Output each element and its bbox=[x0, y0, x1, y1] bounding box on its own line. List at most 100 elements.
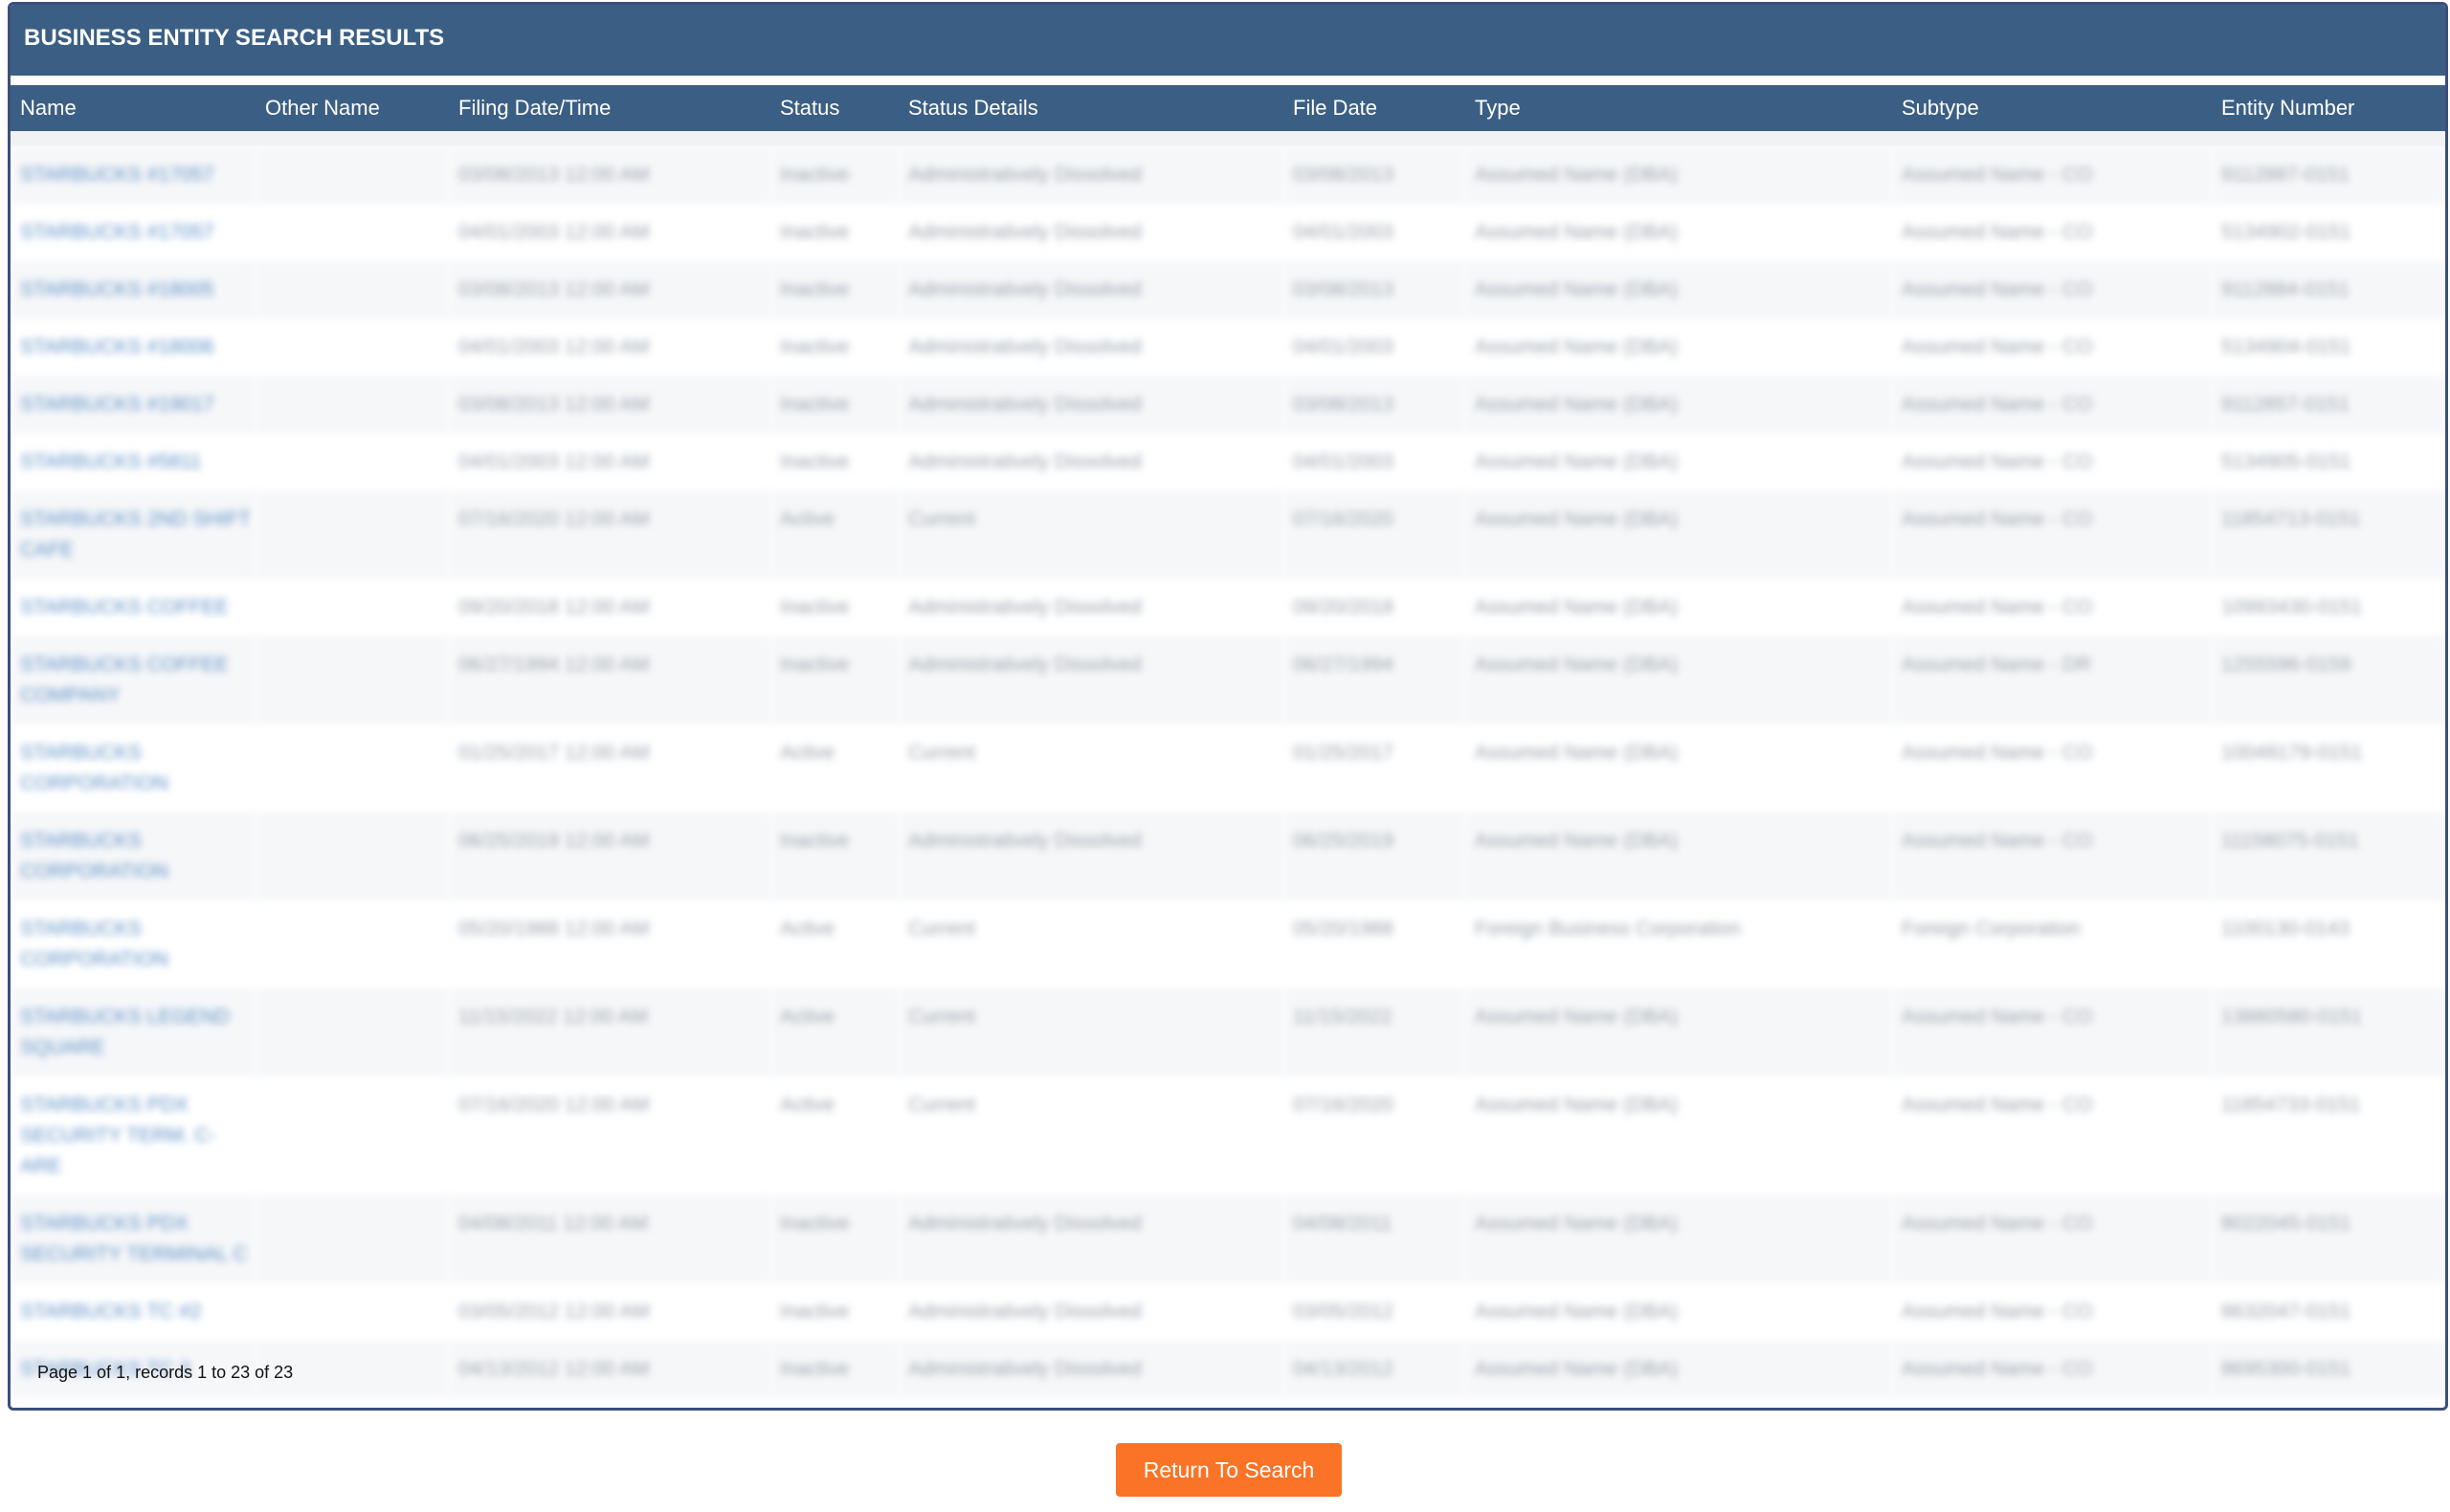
cell-status: Inactive bbox=[770, 1195, 899, 1283]
cell-other-name bbox=[256, 901, 449, 989]
cell-other-name bbox=[256, 1077, 449, 1195]
table-row: STARBUCKS #17057 04/01/2003 12:00 AM Inact… bbox=[11, 204, 2445, 261]
table-row: STARBUCKS CORPORATION 01/25/2017 12:00 AM… bbox=[11, 724, 2445, 812]
cell-other-name bbox=[256, 1283, 449, 1341]
cell-name[interactable]: STARBUCKS CORPORATION bbox=[11, 812, 256, 901]
cell-filing-date: 03/08/2013 12:00 AM bbox=[449, 146, 770, 204]
cell-filing-date: 04/01/2003 12:00 AM bbox=[458, 451, 650, 473]
cell-subtype: Assumed Name - CO bbox=[1892, 989, 2212, 1077]
table-header-row: Name Other Name Filing Date/Time Status … bbox=[11, 85, 2445, 131]
cell-entity-number: 13880580-0151 bbox=[2212, 989, 2445, 1077]
return-to-search-button[interactable]: Return To Search bbox=[1116, 1443, 1342, 1497]
cell-filing-date: 06/27/1994 12:00 AM bbox=[449, 636, 770, 724]
cell-type: Assumed Name (DBA) bbox=[1465, 146, 1892, 204]
cell-name[interactable]: STARBUCKS #18005 bbox=[11, 261, 256, 319]
cell-filing-date: 07/16/2020 12:00 AM bbox=[449, 491, 770, 579]
cell-status-details: Current bbox=[899, 491, 1283, 579]
cell-filing-date: 05/20/1988 12:00 AM bbox=[458, 918, 650, 940]
cell-subtype: Assumed Name - CO bbox=[1892, 376, 2212, 434]
cell-name[interactable]: STARBUCKS #5811 bbox=[11, 434, 256, 491]
table-row: STARBUCKS #17057 03/08/2013 12:00 AM Inact… bbox=[11, 146, 2445, 204]
cell-name[interactable]: STARBUCKS TC #2 bbox=[11, 1283, 256, 1341]
cell-filing-date: 09/20/2018 12:00 AM bbox=[458, 596, 650, 618]
cell-status-details: Administratively Dissolved bbox=[899, 1398, 1283, 1408]
table-subheader bbox=[11, 131, 2445, 146]
cell-type: Assumed Name (DBA) bbox=[1465, 1195, 1892, 1283]
cell-other-name bbox=[256, 636, 449, 724]
cell-type: Assumed Name (DBA) bbox=[1465, 1341, 1892, 1398]
cell-status-details: Administratively Dissolved bbox=[899, 636, 1283, 724]
cell-file-date: 09/20/2018 bbox=[1293, 596, 1394, 618]
col-status-header[interactable]: Status bbox=[770, 85, 899, 131]
cell-name[interactable]: STARBUCKS #19017 bbox=[11, 376, 256, 434]
cell-filing-date: 03/08/2013 12:00 AM bbox=[449, 376, 770, 434]
cell-status-details: Administratively Dissolved bbox=[899, 812, 1283, 901]
cell-file-date: 11/15/2022 bbox=[1283, 989, 1465, 1077]
cell-name[interactable]: STARBUCKS PDX SECURITY TERMINAL C bbox=[11, 1195, 256, 1283]
col-entity-number-header[interactable]: Entity Number bbox=[2212, 85, 2445, 131]
cell-name[interactable]: STARBUCKS LEGEND SQUARE bbox=[11, 989, 256, 1077]
cell-status: Inactive bbox=[780, 221, 850, 243]
cell-filing-date: 07/16/2020 12:00 AM bbox=[458, 1094, 650, 1116]
cell-type: Assumed Name (DBA) bbox=[1475, 1301, 1679, 1323]
col-name-header[interactable]: Name bbox=[11, 85, 256, 131]
cell-file-date: 03/05/2012 bbox=[1293, 1301, 1394, 1323]
cell-other-name bbox=[256, 1398, 449, 1408]
cell-status-details: Current bbox=[908, 742, 976, 764]
cell-status: Inactive bbox=[780, 1301, 850, 1323]
cell-entity-number: 5134902-0151 bbox=[2221, 221, 2351, 243]
cell-name[interactable]: STARBUCKS #18006 bbox=[11, 319, 256, 376]
cell-file-date: 07/16/2020 bbox=[1283, 491, 1465, 579]
cell-entity-number: 11854733-0151 bbox=[2221, 1094, 2361, 1116]
cell-status: Inactive bbox=[770, 261, 899, 319]
cell-status: Inactive bbox=[770, 146, 899, 204]
cell-name[interactable]: STARBUCKS CORPORATION bbox=[11, 901, 256, 989]
table-row: STARBUCKS COFFEE COMPANY 06/27/1994 12:00… bbox=[11, 636, 2445, 724]
col-subtype-header[interactable]: Subtype bbox=[1892, 85, 2212, 131]
table-row: STARBUCKS CORPORATION 06/25/2019 12:00 AM… bbox=[11, 812, 2445, 901]
cell-status-details: Administratively Dissolved bbox=[908, 451, 1142, 473]
table-row: STARBUCKS #18006 04/01/2003 12:00 AM Inact… bbox=[11, 319, 2445, 376]
cell-filing-date: 11/15/2022 12:00 AM bbox=[449, 989, 770, 1077]
cell-entity-number: 5134904-0151 bbox=[2221, 336, 2351, 358]
col-type-header[interactable]: Type bbox=[1465, 85, 1892, 131]
cell-type: Assumed Name (DBA) bbox=[1465, 1398, 1892, 1408]
col-other-name-header[interactable]: Other Name bbox=[256, 85, 449, 131]
cell-other-name bbox=[256, 146, 449, 204]
cell-name[interactable]: STARBUCKS PDX SECURITY TERM. C-ARE bbox=[11, 1077, 256, 1195]
cell-file-date: 04/01/2003 bbox=[1293, 221, 1394, 243]
cell-other-name bbox=[256, 812, 449, 901]
cell-entity-number: 9112857-0151 bbox=[2212, 376, 2445, 434]
cell-file-date: 06/25/2019 bbox=[1283, 812, 1465, 901]
cell-status: Active bbox=[780, 1094, 835, 1116]
cell-name[interactable]: STARBUCKS COFFEE COMPANY bbox=[11, 636, 256, 724]
cell-file-date: 07/09/2018 bbox=[1283, 1398, 1465, 1408]
cell-name[interactable]: STARBUCKS 2ND SHIFT CAFE bbox=[11, 491, 256, 579]
cell-other-name bbox=[256, 261, 449, 319]
cell-name[interactable]: STARBUCKS CORPORATION bbox=[11, 724, 256, 812]
cell-type: Assumed Name (DBA) bbox=[1465, 261, 1892, 319]
cell-file-date: 04/01/2003 bbox=[1293, 451, 1394, 473]
table-row: STARBUCKS #5811 04/01/2003 12:00 AM Inacti… bbox=[11, 434, 2445, 491]
cell-entity-number: 10993430-0151 bbox=[2221, 596, 2363, 618]
cell-name[interactable]: STARBUCKS COFFEE bbox=[11, 579, 256, 636]
col-file-date-header[interactable]: File Date bbox=[1283, 85, 1465, 131]
cell-status-details: Administratively Dissolved bbox=[908, 1301, 1142, 1323]
cell-file-date: 04/01/2003 bbox=[1293, 336, 1394, 358]
cell-name[interactable]: STARBUCKS TC 4 bbox=[11, 1398, 256, 1408]
cell-filing-date: 03/08/2013 12:00 AM bbox=[449, 261, 770, 319]
cell-filing-date: 01/25/2017 12:00 AM bbox=[458, 742, 650, 764]
table-row: STARBUCKS LEGEND SQUARE 11/15/2022 12:00 … bbox=[11, 989, 2445, 1077]
cell-entity-number: 8022045-0151 bbox=[2212, 1195, 2445, 1283]
cell-entity-number: 10868578-0151 bbox=[2212, 1398, 2445, 1408]
cell-name[interactable]: STARBUCKS #17057 bbox=[11, 146, 256, 204]
cell-file-date: 04/13/2012 bbox=[1283, 1341, 1465, 1398]
cell-name[interactable]: STARBUCKS #17057 bbox=[11, 204, 256, 261]
table-row: STARBUCKS TC 4 07/09/2018 12:00 AMInactiv… bbox=[11, 1398, 2445, 1408]
cell-type: Assumed Name (DBA) bbox=[1475, 596, 1679, 618]
cell-status-details: Administratively Dissolved bbox=[899, 146, 1283, 204]
col-filing-date-header[interactable]: Filing Date/Time bbox=[449, 85, 770, 131]
col-status-details-header[interactable]: Status Details bbox=[899, 85, 1283, 131]
cell-type: Assumed Name (DBA) bbox=[1465, 491, 1892, 579]
results-table: Name Other Name Filing Date/Time Status … bbox=[11, 85, 2445, 1408]
